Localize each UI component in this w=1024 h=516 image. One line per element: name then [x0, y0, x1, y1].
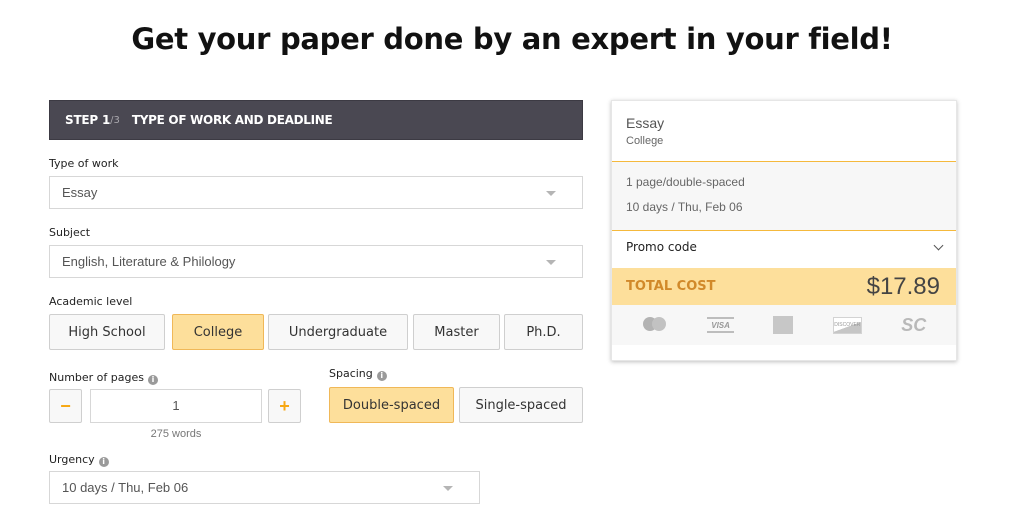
caret-down-icon [546, 260, 556, 265]
level-master-button[interactable]: Master [413, 314, 500, 350]
summary-type: Essay [626, 115, 665, 131]
step-number: STEP 1 [65, 113, 111, 127]
level-phd-button[interactable]: Ph.D. [504, 314, 583, 350]
info-icon[interactable]: i [376, 371, 387, 381]
urgency-select[interactable]: 10 days / Thu, Feb 06 [49, 471, 480, 504]
type-of-work-value: Essay [62, 185, 98, 200]
spacing-label: Spacing i [329, 367, 387, 381]
step-title: TYPE OF WORK AND DEADLINE [131, 113, 333, 127]
order-summary: Essay College 1 page/double-spaced 10 da… [611, 100, 957, 361]
urgency-value: 10 days / Thu, Feb 06 [62, 480, 189, 495]
total-cost-bar: TOTAL COST $17.89 [612, 268, 956, 305]
level-undergraduate-button[interactable]: Undergraduate [268, 314, 408, 350]
sc-icon: SC [901, 314, 927, 335]
promo-code-toggle[interactable]: Promo code [612, 231, 956, 263]
urgency-label: Urgency i [49, 453, 109, 467]
chevron-down-icon [933, 240, 944, 250]
summary-details: 1 page/double-spaced 10 days / Thu, Feb … [612, 162, 956, 231]
payment-methods: VISA DISCOVER SC [612, 305, 956, 345]
visa-icon: VISA [707, 317, 735, 333]
total-cost-value: $17.89 [866, 272, 940, 300]
promo-code-label: Promo code [626, 240, 697, 254]
summary-header: Essay College [612, 101, 956, 162]
increase-pages-button[interactable]: + [268, 389, 301, 423]
double-spaced-button[interactable]: Double-spaced [329, 387, 454, 423]
subject-select[interactable]: English, Literature & Philology [49, 245, 583, 278]
decrease-pages-button[interactable]: − [49, 389, 82, 423]
step-total: /3 [110, 114, 120, 126]
type-of-work-label: Type of work [49, 157, 119, 170]
word-count: 275 words [150, 428, 202, 440]
summary-pages: 1 page/double-spaced [626, 175, 745, 189]
caret-down-icon [443, 486, 453, 491]
spacing-label-text: Spacing [329, 367, 373, 380]
level-college-button[interactable]: College [172, 314, 264, 350]
type-of-work-select[interactable]: Essay [49, 176, 583, 209]
info-icon[interactable]: i [148, 375, 158, 385]
amex-icon [773, 316, 794, 334]
subject-value: English, Literature & Philology [62, 254, 236, 269]
info-icon[interactable]: i [98, 457, 109, 467]
urgency-label-text: Urgency [49, 453, 95, 466]
discover-icon: DISCOVER [832, 316, 862, 334]
summary-deadline: 10 days / Thu, Feb 06 [626, 200, 743, 214]
level-high-school-button[interactable]: High School [49, 314, 165, 350]
pages-label-text: Number of pages [49, 371, 144, 384]
pages-input[interactable]: 1 [90, 389, 262, 423]
order-form: STEP 1 /3 TYPE OF WORK AND DEADLINE [49, 100, 583, 140]
pages-label: Number of pages i [49, 371, 158, 385]
academic-level-label: Academic level [49, 295, 133, 308]
caret-down-icon [546, 191, 556, 196]
total-cost-label: TOTAL COST [626, 279, 716, 294]
subject-label: Subject [49, 226, 91, 239]
page-headline: Get your paper done by an expert in your… [131, 22, 893, 56]
single-spaced-button[interactable]: Single-spaced [459, 387, 583, 423]
step-header: STEP 1 /3 TYPE OF WORK AND DEADLINE [49, 100, 583, 140]
summary-level: College [626, 135, 664, 147]
mastercard-icon [642, 317, 668, 333]
